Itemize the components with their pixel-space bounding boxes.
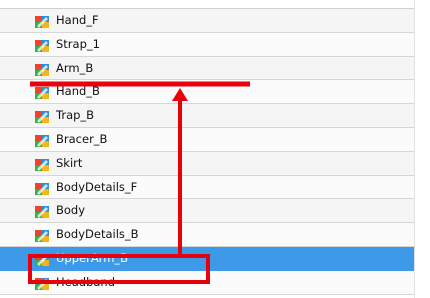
layer-row-headband[interactable]: Headband xyxy=(0,270,414,295)
layer-row-bodydetails-f[interactable]: BodyDetails_F xyxy=(0,175,414,200)
layer-row-arm-b[interactable]: Arm_B xyxy=(0,56,414,81)
layer-row-body[interactable]: Body xyxy=(0,199,414,224)
layer-label: BodyDetails_B xyxy=(56,227,139,242)
layer-label: Bracer_B xyxy=(56,131,108,146)
drawing-layer-icon xyxy=(34,38,50,52)
drawing-layer-icon xyxy=(34,62,50,76)
layer-label: Hand_F xyxy=(56,13,99,27)
layer-row-bodydetails-b[interactable]: BodyDetails_B xyxy=(0,223,414,247)
drawing-layer-icon xyxy=(34,14,50,28)
layer-label: UpperArm_B xyxy=(56,250,129,265)
drawing-layer-icon xyxy=(34,157,50,171)
drawing-layer-icon xyxy=(34,133,50,147)
layer-row-strap-1[interactable]: Strap_1 xyxy=(0,32,414,57)
layer-row-hand-b[interactable]: Hand_B xyxy=(0,80,414,105)
layer-row-hand-f[interactable]: Hand_F xyxy=(0,9,414,33)
drawing-layer-icon xyxy=(34,181,50,195)
layer-label: Hand_B xyxy=(56,84,100,99)
layer-label: BodyDetails_F xyxy=(56,179,138,194)
layer-row-upperarm-b[interactable]: UpperArm_B xyxy=(0,246,414,271)
layer-label: Body xyxy=(56,203,86,218)
layer-label: Strap_1 xyxy=(56,36,100,51)
layer-label: Trap_B xyxy=(56,108,95,123)
layer-panel: Hand_F Strap_1 Arm_B Hand_B Trap_B Brace… xyxy=(0,0,430,298)
layer-list: Hand_F Strap_1 Arm_B Hand_B Trap_B Brace… xyxy=(0,9,414,295)
drawing-layer-icon xyxy=(34,276,50,290)
drawing-layer-icon xyxy=(34,204,50,219)
drawing-layer-icon xyxy=(34,252,50,266)
layer-label: Arm_B xyxy=(56,60,94,75)
layer-row-bracer-b[interactable]: Bracer_B xyxy=(0,127,414,152)
layer-row-skirt[interactable]: Skirt xyxy=(0,151,414,176)
layer-row-trap-b[interactable]: Trap_B xyxy=(0,104,414,128)
layer-label: Headband xyxy=(56,274,116,289)
panel-top-border xyxy=(0,0,414,9)
drawing-layer-icon xyxy=(34,85,50,100)
drawing-layer-icon xyxy=(34,109,50,124)
drawing-layer-icon xyxy=(34,228,50,243)
layer-label: Skirt xyxy=(56,155,83,170)
panel-right-edge xyxy=(414,0,430,298)
